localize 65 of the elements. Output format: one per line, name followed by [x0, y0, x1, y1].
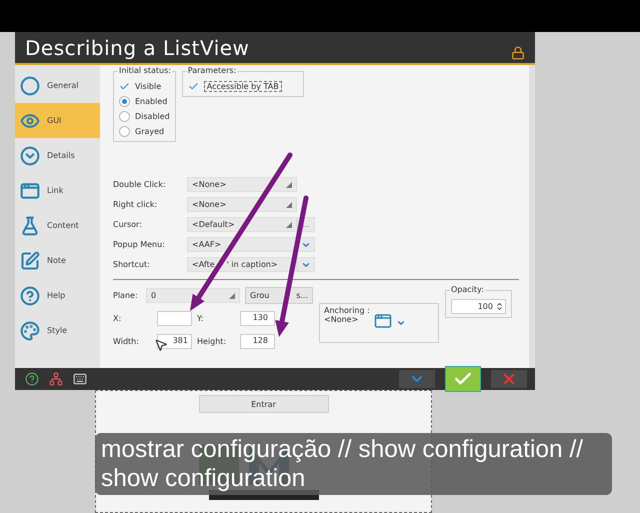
dropdown[interactable]: <None>: [187, 197, 297, 212]
group-title: Parameters:: [186, 66, 238, 75]
cancel-button[interactable]: [491, 370, 527, 388]
groups-button[interactable]: Grou s...: [245, 287, 313, 304]
field-label: Width:: [113, 337, 140, 346]
window-icon: [20, 180, 40, 200]
sidebar-item[interactable]: GUI: [15, 103, 100, 138]
check-icon: [119, 81, 130, 92]
field-label: Popup Menu:: [113, 240, 166, 249]
plane-dropdown[interactable]: 0: [146, 288, 240, 303]
help-icon: [20, 286, 40, 306]
group-title: Initial status:: [118, 66, 172, 75]
sidebar-item[interactable]: Help: [15, 278, 100, 313]
sidebar-item[interactable]: Style: [15, 313, 100, 348]
window-icon: [374, 312, 392, 330]
field-label: X:: [113, 314, 122, 323]
close-icon: [501, 371, 517, 387]
number-field[interactable]: [157, 311, 192, 326]
flask-icon: [20, 216, 40, 236]
status-radio[interactable]: Grayed: [119, 125, 170, 138]
field-label: Height:: [196, 337, 228, 346]
visible-checkbox[interactable]: Visible: [119, 80, 170, 93]
anchoring-label: Anchoring :: [324, 306, 370, 315]
number-field[interactable]: 128: [240, 334, 275, 349]
status-radio[interactable]: Enabled: [119, 95, 170, 108]
anchoring-value: <None>: [324, 315, 360, 324]
sidebar-item[interactable]: Note: [15, 243, 100, 278]
keyboard-icon[interactable]: [73, 372, 87, 386]
field-label: Cursor:: [113, 220, 143, 229]
sidebar-item[interactable]: Link: [15, 173, 100, 208]
group-title: Opacity:: [450, 285, 485, 294]
sidebar-item[interactable]: General: [15, 68, 100, 103]
caret-icon: [396, 318, 406, 328]
number-field[interactable]: 381: [157, 334, 192, 349]
status-radio[interactable]: Disabled: [119, 110, 170, 123]
field-label: Right click:: [113, 200, 158, 209]
chevron-circle-icon: [20, 146, 40, 166]
field-label: Plane:: [113, 291, 139, 300]
cursor-icon: [154, 338, 168, 352]
field-label: Y:: [196, 314, 205, 323]
ring-icon: [20, 76, 40, 96]
ok-button[interactable]: [445, 366, 481, 392]
dropdown-button[interactable]: [297, 257, 315, 272]
spinner-icon: [495, 302, 504, 311]
sidebar-item[interactable]: Details: [15, 138, 100, 173]
check-icon: [188, 81, 199, 92]
enter-button[interactable]: Entrar: [198, 395, 328, 413]
dropdown[interactable]: <Afte ' in caption>: [187, 257, 297, 272]
window-title: Describing a ListView: [25, 36, 250, 60]
anchoring-panel[interactable]: Anchoring : <None>: [319, 303, 439, 343]
sidebar-item[interactable]: Content: [15, 208, 100, 243]
lock-icon[interactable]: [511, 46, 525, 60]
dropdown[interactable]: <Default>: [187, 217, 297, 232]
palette-icon: [20, 320, 40, 340]
network-icon[interactable]: [49, 372, 63, 386]
note-icon: [20, 250, 40, 270]
field-label: Shortcut:: [113, 260, 151, 269]
dropdown[interactable]: <AAF>: [187, 237, 297, 252]
field-label: Double Click:: [113, 180, 167, 189]
opacity-spinner[interactable]: 100: [451, 299, 506, 314]
subtitle: mostrar configuração // show configuration // show configuration: [95, 433, 612, 495]
number-field[interactable]: 130: [240, 311, 275, 326]
help-icon[interactable]: [25, 372, 39, 386]
dropdown[interactable]: <None>: [187, 177, 297, 192]
expand-button[interactable]: [399, 370, 435, 388]
